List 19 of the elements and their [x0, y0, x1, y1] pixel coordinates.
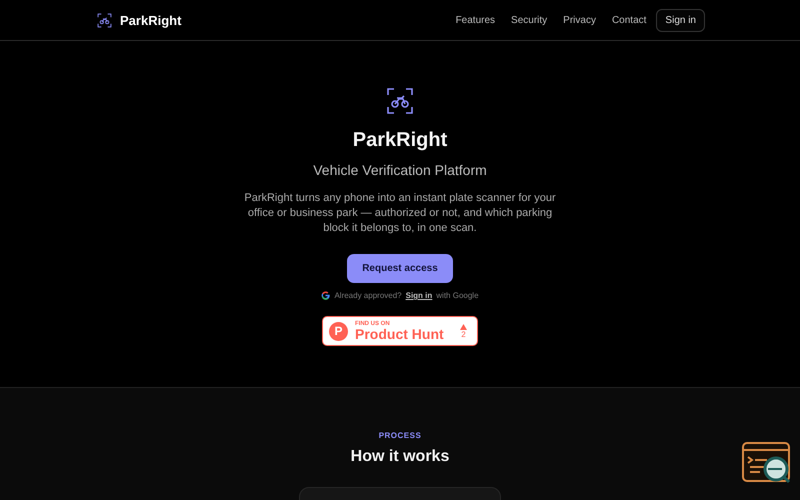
google-sign-in-text: with Google [436, 291, 479, 300]
upvote-icon [460, 324, 467, 330]
request-access-button[interactable]: Request access [347, 254, 453, 283]
section-title: How it works [350, 448, 450, 466]
nav-link[interactable]: Contact [612, 14, 646, 26]
sign-in-link[interactable]: Sign in [406, 291, 432, 300]
nav-link[interactable]: Features [456, 14, 496, 26]
nav-link[interactable]: Security [511, 14, 548, 26]
hero-title: ParkRight [352, 129, 448, 152]
google-sign-in-text: Already approved? [334, 291, 402, 300]
hero-subtitle: Vehicle Verification Platform [313, 162, 487, 178]
sign-in-button[interactable]: Sign in [656, 8, 705, 32]
motorcycle-scan-icon [97, 12, 112, 28]
hero-description: ParkRight turns any phone into an instant plate scanner for your office or business park — authorized or not, and which parking block it belongs to, in one scan. [243, 191, 557, 236]
google-icon [321, 291, 330, 300]
section-eyebrow: PROCESS [378, 431, 422, 440]
brand-name: ParkRight [120, 12, 182, 28]
motorcycle-scan-icon [386, 87, 414, 115]
nav-link[interactable]: Privacy [563, 14, 596, 26]
